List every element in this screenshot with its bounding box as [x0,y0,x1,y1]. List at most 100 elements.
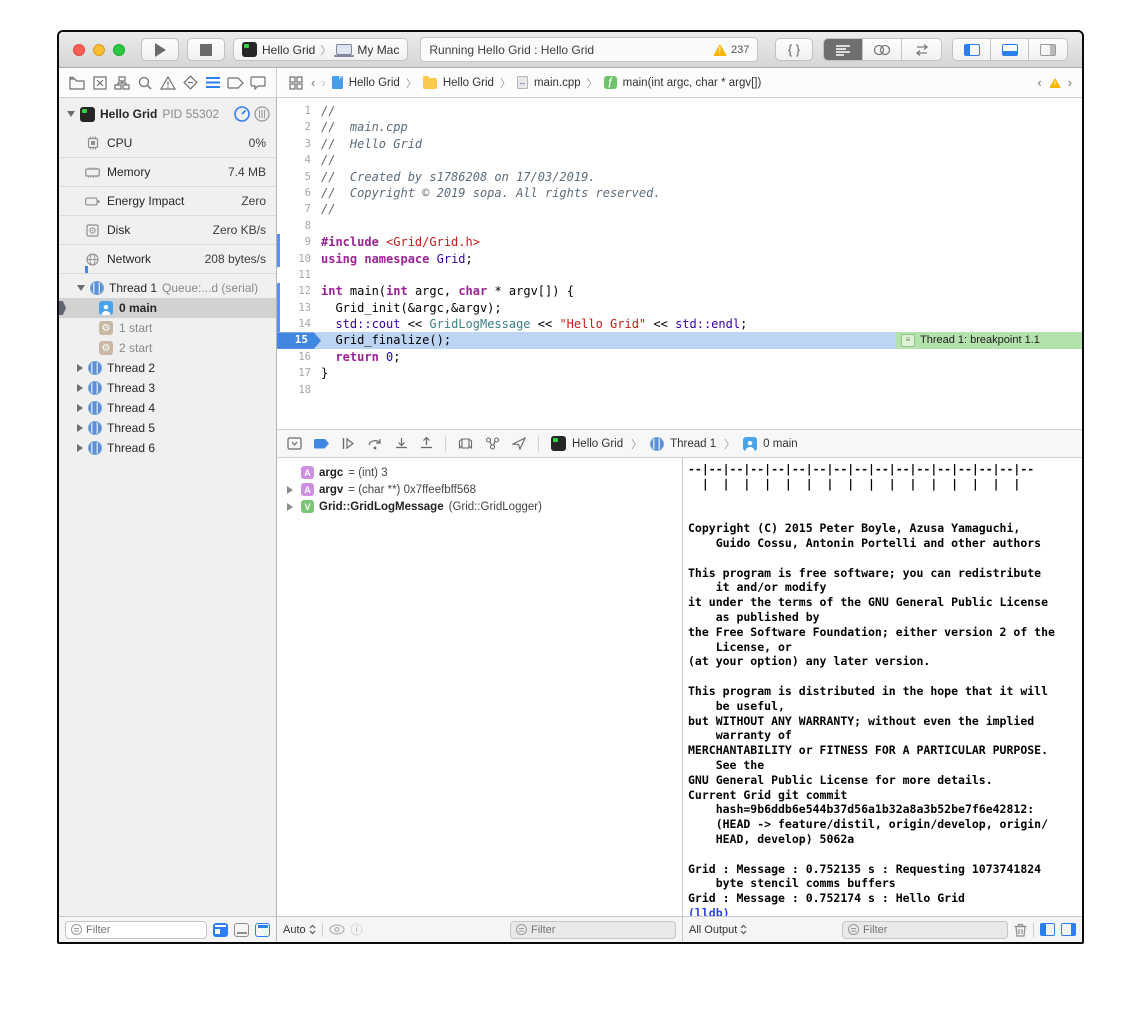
code-line-7[interactable]: 7// [277,201,1082,217]
lldb-prompt[interactable]: (lldb) [688,906,736,916]
breakpoint-navigator-tab[interactable] [226,74,244,92]
line-number[interactable]: 3 [277,136,321,152]
line-number[interactable]: 11 [277,267,321,283]
thread-row-thread-3[interactable]: Thread 3 [59,378,276,398]
hide-debug-area-button[interactable] [287,437,302,450]
thread-row-thread-5[interactable]: Thread 5 [59,418,276,438]
breakpoints-toggle-button[interactable] [314,439,329,449]
step-into-button[interactable] [395,437,408,450]
breakpoint-annotation[interactable]: ≡Thread 1: breakpoint 1.1 [896,332,1082,348]
flat-list-toggle[interactable] [213,923,228,937]
console-pane-toggle[interactable] [1061,923,1076,936]
line-number[interactable]: 10 [277,251,321,267]
gauge-row-disk[interactable]: DiskZero KB/s [59,215,276,244]
line-number[interactable]: 1 [277,103,321,119]
code-line-4[interactable]: 4// [277,152,1082,168]
line-number[interactable]: 18 [277,382,321,398]
memory-graph-button[interactable] [485,437,500,450]
continue-button[interactable] [341,437,355,450]
debug-crumb-frame[interactable]: 0 main [763,438,798,450]
simulate-location-button[interactable] [512,437,526,450]
disclosure-open-icon[interactable] [67,111,75,117]
code-line-1[interactable]: 1// [277,103,1082,119]
jump-crumb-symbol[interactable]: main(int argc, char * argv[]) [623,77,762,89]
inspector-panel-toggle[interactable] [1029,39,1067,60]
debug-panel-toggle[interactable] [991,39,1029,60]
quicklook-eye-icon[interactable] [329,924,345,935]
gauge-row-memory[interactable]: Memory7.4 MB [59,157,276,186]
stack-frame-2-start[interactable]: ⚙2 start [59,338,276,358]
standard-editor-button[interactable] [824,39,863,60]
crashed-threads-toggle[interactable] [255,923,270,937]
thread-row-thread-6[interactable]: Thread 6 [59,438,276,458]
view-mode-button[interactable] [254,106,270,122]
code-line-5[interactable]: 5// Created by s1786208 on 17/03/2019. [277,169,1082,185]
symbol-navigator-tab[interactable] [113,74,131,92]
code-line-17[interactable]: 17} [277,365,1082,381]
disclosure-closed-icon[interactable] [77,404,83,412]
stack-frame-1-start[interactable]: ⚙1 start [59,318,276,338]
line-number[interactable]: 5 [277,169,321,185]
report-navigator-tab[interactable] [249,74,267,92]
line-number[interactable]: 6 [277,185,321,201]
console-filter-field[interactable] [842,921,1008,939]
line-number[interactable]: 12 [277,283,321,299]
back-button[interactable]: ‹ [311,75,315,90]
variables-filter-field[interactable] [510,921,676,939]
navigator-panel-toggle[interactable] [953,39,991,60]
code-line-11[interactable]: 11 [277,267,1082,283]
close-button[interactable] [73,44,85,56]
line-number[interactable]: 2 [277,119,321,135]
jump-crumb-file[interactable]: main.cpp [534,77,581,89]
previous-issue-button[interactable]: ‹ [1037,75,1041,90]
disclosure-closed-icon[interactable] [287,486,296,494]
test-navigator-tab[interactable] [181,74,199,92]
project-navigator-tab[interactable] [68,74,86,92]
library-button[interactable]: { } [775,38,813,61]
disclosure-closed-icon[interactable] [287,503,296,511]
activity-viewer[interactable]: Running Hello Grid : Hello Grid 237 [420,37,758,62]
disclosure-closed-icon[interactable] [77,384,83,392]
info-icon[interactable]: ⓘ [351,921,363,938]
disclosure-closed-icon[interactable] [77,364,83,372]
code-line-16[interactable]: 16 return 0; [277,349,1082,365]
thread-row-1[interactable]: Thread 1 Queue:...d (serial) [59,278,276,298]
console-output[interactable]: --|--|--|--|--|--|--|--|--|--|--|--|--|-… [683,458,1082,916]
scheme-selector[interactable]: Hello Grid 〉 My Mac [233,38,408,61]
issue-warning-icon[interactable] [1049,77,1061,87]
source-editor[interactable]: 1//2// main.cpp3// Hello Grid4//5// Crea… [277,98,1082,429]
line-number[interactable]: 4 [277,152,321,168]
thread-row-thread-4[interactable]: Thread 4 [59,398,276,418]
step-over-button[interactable] [367,437,383,450]
code-line-6[interactable]: 6// Copyright © 2019 sopa. All rights re… [277,185,1082,201]
navigator-filter-input[interactable] [86,924,201,936]
variables-filter-input[interactable] [531,924,670,936]
console-scope-dropdown[interactable]: All Output [689,924,747,936]
line-number[interactable]: 7 [277,201,321,217]
forward-button[interactable]: › [321,75,325,90]
debug-navigator-tab[interactable] [204,74,222,92]
variable-row-grid-gridlogmessage[interactable]: VGrid::GridLogMessage(Grid::GridLogger) [277,498,682,515]
disclosure-closed-icon[interactable] [77,424,83,432]
line-number[interactable]: 16 [277,349,321,365]
disclosure-closed-icon[interactable] [77,444,83,452]
jump-crumb-folder[interactable]: Hello Grid [443,77,494,89]
code-line-14[interactable]: 14 std::cout << GridLogMessage << "Hello… [277,316,1082,332]
minimize-button[interactable] [93,44,105,56]
find-navigator-tab[interactable] [136,74,154,92]
view-hierarchy-button[interactable] [458,437,473,450]
gauge-row-network[interactable]: Network208 bytes/s [59,244,276,273]
line-number[interactable]: 14 [277,316,321,332]
zoom-button[interactable] [113,44,125,56]
code-line-3[interactable]: 3// Hello Grid [277,136,1082,152]
breakpoint-line-number[interactable]: 15 [277,332,321,348]
warning-count[interactable]: 237 [731,44,749,56]
console-filter-input[interactable] [863,924,1002,936]
gauge-view-button[interactable] [234,106,250,122]
next-issue-button[interactable]: › [1068,75,1072,90]
line-number[interactable]: 8 [277,218,321,234]
navigator-filter-field[interactable] [65,921,207,939]
thread-row-thread-2[interactable]: Thread 2 [59,358,276,378]
code-line-12[interactable]: 12int main(int argc, char * argv[]) { [277,283,1082,299]
gauge-row-cpu[interactable]: CPU0% [59,128,276,157]
